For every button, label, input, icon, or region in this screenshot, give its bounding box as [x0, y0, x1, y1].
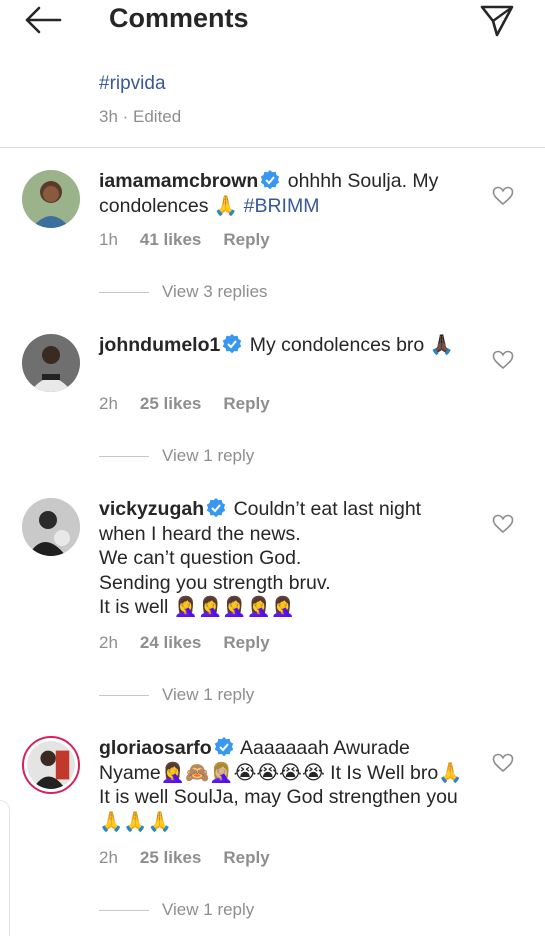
- comment-time: 1h: [99, 230, 118, 249]
- reply-button[interactable]: Reply: [223, 848, 269, 867]
- reply-button[interactable]: Reply: [223, 633, 269, 652]
- replies-divider-line: [99, 910, 149, 912]
- comment-meta: 2h 24 likes Reply: [99, 633, 292, 653]
- comment-body-line: Couldn’t eat last night: [233, 498, 422, 520]
- view-replies-label: View 3 replies: [162, 282, 268, 301]
- comment-username[interactable]: johndumelo1: [99, 334, 220, 356]
- paper-plane-icon[interactable]: [480, 4, 514, 38]
- comments-header: Comments: [0, 0, 545, 44]
- replies-divider-line: [99, 292, 149, 294]
- comment-meta: 2h 25 likes Reply: [99, 394, 292, 414]
- comment-likes[interactable]: 25 likes: [140, 848, 201, 867]
- comment-body: My condolences bro 🙏🏿: [249, 334, 454, 356]
- verified-badge-icon: [223, 334, 242, 354]
- reply-button[interactable]: Reply: [223, 394, 269, 413]
- view-replies-label: View 1 reply: [162, 900, 255, 919]
- verified-badge-icon: [206, 498, 226, 518]
- comment-time: 2h: [99, 633, 118, 652]
- comment-time: 2h: [99, 848, 118, 867]
- heart-outline-icon[interactable]: [492, 186, 514, 206]
- caption-divider: [0, 147, 545, 148]
- comment-username[interactable]: iamamamcbrown: [99, 170, 258, 192]
- caption-meta: 3h · Edited: [99, 107, 182, 126]
- heart-outline-icon[interactable]: [492, 753, 514, 773]
- view-replies-button[interactable]: View 1 reply: [99, 685, 254, 705]
- caption-hashtag[interactable]: #ripvida: [99, 73, 166, 95]
- avatar[interactable]: [22, 498, 80, 556]
- comment-username[interactable]: vickyzugah: [99, 498, 204, 520]
- comment-text: vickyzugah Couldn’t eat last night when …: [99, 497, 474, 620]
- heart-outline-icon[interactable]: [492, 350, 514, 370]
- comment-time: 2h: [99, 394, 118, 413]
- avatar[interactable]: [22, 334, 80, 392]
- post-caption: #ripvida: [99, 73, 166, 95]
- page-title: Comments: [109, 3, 249, 33]
- arrow-left-icon[interactable]: [24, 6, 62, 34]
- verified-badge-icon: [214, 737, 233, 757]
- avatar-image: [27, 741, 75, 789]
- comment-hashtag[interactable]: #BRIMM: [244, 195, 320, 217]
- comment-text: johndumelo1 My condolences bro 🙏🏿: [99, 333, 474, 358]
- comment-text: gloriaosarfo Aaaaaaah Awurade Nyame🤦‍♀️🙈…: [99, 736, 474, 834]
- reply-button[interactable]: Reply: [223, 230, 269, 249]
- comment-text: iamamamcbrown ohhhh Soulja. My condolenc…: [99, 169, 474, 218]
- comment-likes[interactable]: 41 likes: [140, 230, 201, 249]
- comment-likes[interactable]: 24 likes: [140, 633, 201, 652]
- comment-body-line: Sending you strength bruv.: [99, 571, 331, 594]
- view-replies-button[interactable]: View 1 reply: [99, 446, 254, 466]
- comment-username[interactable]: gloriaosarfo: [99, 737, 212, 759]
- comment-likes[interactable]: 25 likes: [140, 394, 201, 413]
- verified-badge-icon: [261, 170, 280, 190]
- avatar[interactable]: [22, 170, 80, 228]
- avatar[interactable]: [22, 736, 80, 794]
- comment-body-line: when I heard the news.: [99, 522, 301, 545]
- replies-divider-line: [99, 695, 149, 697]
- edge-overlay: [0, 800, 10, 936]
- replies-divider-line: [99, 456, 149, 458]
- view-replies-label: View 1 reply: [162, 446, 255, 465]
- comment-body-line: It is well 🤦‍♀️🤦‍♀️🤦‍♀️🤦‍♀️🤦‍♀️: [99, 596, 296, 618]
- comment-meta: 2h 25 likes Reply: [99, 848, 292, 868]
- heart-outline-icon[interactable]: [492, 514, 514, 534]
- view-replies-button[interactable]: View 1 reply: [99, 900, 254, 920]
- comment-meta: 1h 41 likes Reply: [99, 230, 292, 250]
- comment-body-line: We can’t question God.: [99, 547, 302, 569]
- view-replies-button[interactable]: View 3 replies: [99, 282, 268, 302]
- view-replies-label: View 1 reply: [162, 685, 255, 704]
